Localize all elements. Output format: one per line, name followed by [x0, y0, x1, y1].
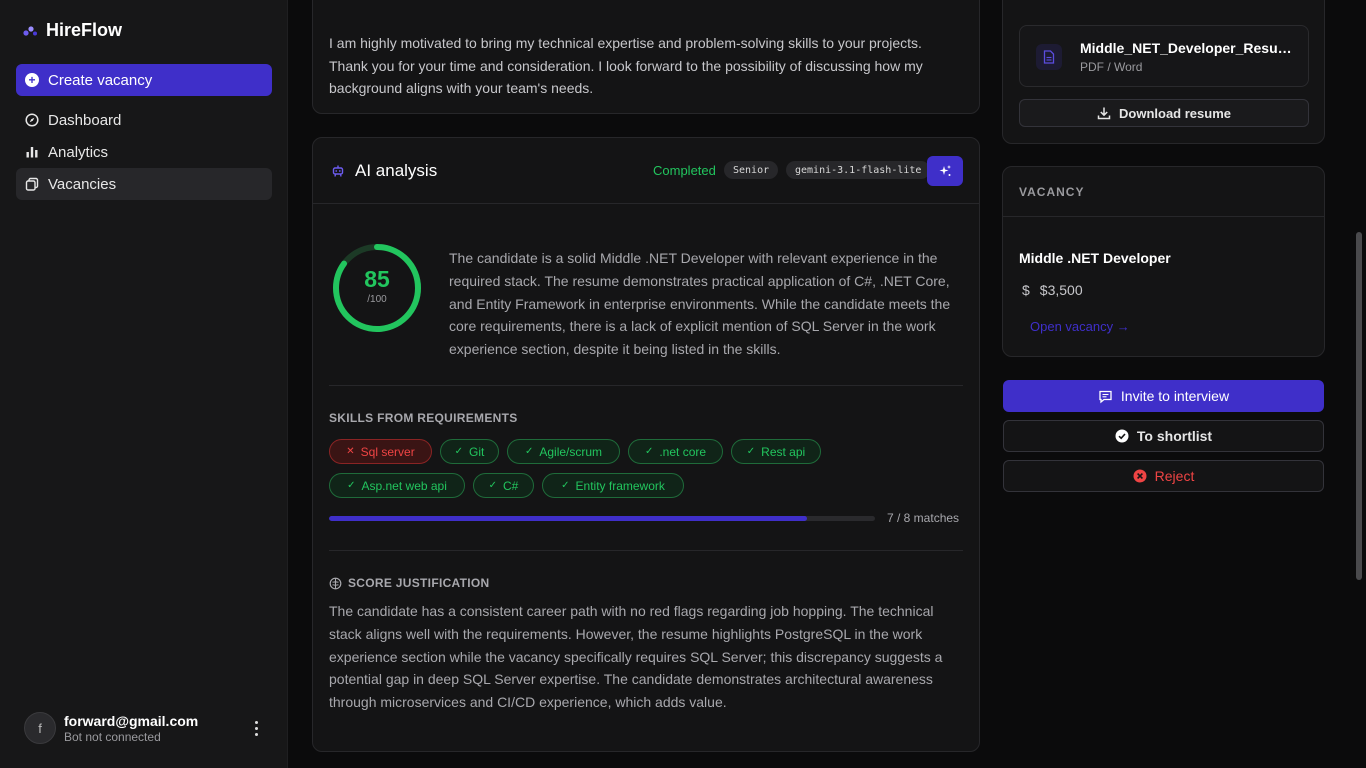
resume-file[interactable]: Middle_NET_Developer_Resume.pdf PDF / Wo…	[1019, 25, 1309, 87]
invite-label: Invite to interview	[1120, 388, 1230, 404]
resume-file-name: Middle_NET_Developer_Resume.pdf	[1080, 40, 1294, 56]
create-vacancy-button[interactable]: + Create vacancy	[16, 64, 272, 96]
skill-name: .net core	[659, 444, 707, 459]
resume-card: Middle_NET_Developer_Resume.pdf PDF / Wo…	[1002, 0, 1325, 144]
user-profile[interactable]: f forward@gmail.com Bot not connected	[24, 712, 198, 744]
skill-name: Rest api	[761, 444, 806, 459]
open-vacancy-link[interactable]: Open vacancy →	[1030, 319, 1130, 334]
salary-value: $3,500	[1039, 282, 1083, 298]
ai-analysis-header: AI analysis Completed Senior gemini-3.1-…	[313, 138, 979, 204]
check-icon: ✓	[561, 480, 570, 491]
dollar-icon: $	[1022, 282, 1030, 298]
user-email: forward@gmail.com	[64, 712, 199, 729]
vacancy-salary: $ $3,500	[1022, 282, 1083, 298]
skills-label-text: SKILLS FROM REQUIREMENTS	[329, 411, 518, 425]
compass-icon	[25, 113, 39, 127]
download-resume-button[interactable]: Download resume	[1019, 99, 1309, 127]
model-badge: gemini-3.1-flash-lite	[786, 161, 931, 179]
skill-name: Entity framework	[575, 478, 665, 493]
page-scrollbar[interactable]	[1356, 232, 1362, 580]
skill-chip-aspnet-web-api: ✓ Asp.net web api	[329, 473, 465, 498]
check-icon: ✓	[746, 446, 756, 457]
bot-status: Bot not connected	[64, 729, 161, 744]
vacancy-title: Middle .NET Developer	[1019, 250, 1171, 266]
skill-chip-csharp: ✓ C#	[473, 473, 534, 498]
shortlist-label: To shortlist	[1136, 428, 1213, 444]
cover-letter-text: I am highly motivated to bring my techni…	[329, 35, 923, 96]
check-icon: ✓	[454, 446, 464, 457]
score-value: 85	[364, 266, 390, 292]
sparkles-icon	[939, 165, 951, 176]
score-max: /100	[367, 294, 387, 305]
avatar: f	[24, 712, 56, 744]
app-name: HireFlow	[46, 20, 123, 40]
cover-letter-card: I am highly motivated to bring my techni…	[312, 0, 980, 114]
check-icon: ✓	[347, 480, 356, 491]
analysis-summary: The candidate is a solid Middle .NET Dev…	[449, 250, 951, 358]
skill-chip-entity-framework: ✓ Entity framework	[542, 473, 684, 498]
sidebar: HireFlow + Create vacancy Dashboard Anal…	[0, 0, 288, 768]
skill-chip-agile-scrum: ✓ Agile/scrum	[507, 439, 620, 464]
skill-chip-git: ✓ Git	[440, 439, 499, 464]
justification-label-text: SCORE JUSTIFICATION	[348, 576, 490, 590]
progress-fill	[329, 516, 807, 521]
skills-match-progress	[329, 516, 875, 521]
divider	[329, 385, 963, 386]
hireflow-logo-icon	[23, 25, 37, 36]
download-resume-label: Download resume	[1119, 105, 1231, 121]
x-circle-icon	[1133, 469, 1147, 483]
robot-icon	[332, 165, 344, 177]
skill-name: Asp.net web api	[361, 478, 447, 493]
ai-analysis-title: AI analysis	[331, 161, 437, 181]
invite-to-interview-button[interactable]: Invite to interview	[1003, 380, 1324, 412]
plus-circle-icon: +	[25, 73, 39, 87]
sidebar-item-analytics[interactable]: Analytics	[16, 136, 272, 168]
ai-analysis-label: AI analysis	[355, 161, 438, 180]
matches-count: 7 / 8 matches	[887, 511, 960, 525]
check-icon: ✓	[488, 480, 498, 491]
sidebar-item-dashboard[interactable]: Dashboard	[16, 104, 272, 136]
sidebar-item-label: Analytics	[48, 143, 109, 161]
sidebar-item-label: Vacancies	[48, 175, 117, 193]
brain-icon	[329, 577, 342, 589]
skills-section-label: SKILLS FROM REQUIREMENTS	[329, 411, 518, 425]
to-shortlist-button[interactable]: To shortlist	[1003, 420, 1324, 452]
resume-file-type: PDF / Word	[1080, 60, 1143, 74]
divider	[1003, 216, 1324, 217]
skill-name: Git	[469, 444, 485, 459]
message-icon	[1099, 390, 1112, 403]
level-badge: Senior	[724, 161, 779, 179]
check-icon: ✓	[524, 446, 534, 457]
skill-name: Sql server	[360, 444, 415, 459]
check-circle-icon	[1115, 429, 1129, 443]
sidebar-item-label: Dashboard	[48, 111, 122, 129]
regenerate-analysis-button[interactable]	[927, 156, 963, 186]
more-vertical-icon[interactable]	[248, 718, 264, 738]
file-text-icon	[1036, 44, 1062, 70]
skill-name: Agile/scrum	[539, 444, 603, 459]
vacancy-heading: VACANCY	[1019, 185, 1085, 199]
reject-button[interactable]: Reject	[1003, 460, 1324, 492]
create-vacancy-label: Create vacancy	[48, 71, 153, 89]
reject-label: Reject	[1154, 468, 1195, 484]
vacancy-card: VACANCY Middle .NET Developer $ $3,500 O…	[1002, 166, 1325, 357]
sidebar-item-vacancies[interactable]: Vacancies	[16, 168, 272, 200]
skill-chip-net-core: ✓ .net core	[628, 439, 723, 464]
skill-chip-sql-server: ✕ Sql server	[329, 439, 432, 464]
ai-analysis-card: AI analysis Completed Senior gemini-3.1-…	[312, 137, 980, 752]
check-icon: ✓	[644, 446, 654, 457]
skill-chip-rest-api: ✓ Rest api	[731, 439, 821, 464]
justification-section-label: SCORE JUSTIFICATION	[329, 576, 490, 590]
brand[interactable]: HireFlow	[22, 20, 122, 41]
analysis-status: Completed	[653, 163, 716, 178]
score-justification-text: The candidate has a consistent career pa…	[329, 603, 943, 711]
copy-icon	[25, 177, 39, 191]
skill-name: C#	[503, 478, 519, 493]
download-icon	[1097, 107, 1111, 120]
divider	[329, 550, 963, 551]
x-icon: ✕	[346, 446, 355, 457]
bar-chart-icon	[26, 147, 38, 158]
